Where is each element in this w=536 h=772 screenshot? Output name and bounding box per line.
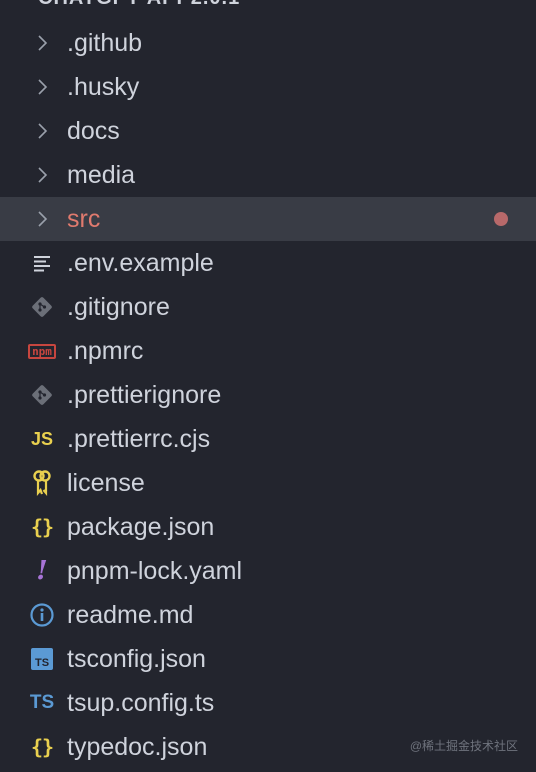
file-item-tsconfig-json[interactable]: TS tsconfig.json (0, 637, 536, 681)
file-label: package.json (67, 513, 215, 541)
file-label: .npmrc (67, 337, 144, 365)
file-label: tsup.config.ts (67, 689, 215, 717)
folder-label: docs (67, 117, 120, 145)
npm-icon: npm (22, 329, 62, 373)
folder-item-docs[interactable]: docs (0, 109, 536, 153)
chevron-right-icon (24, 109, 60, 153)
folder-label: .husky (67, 73, 140, 101)
file-label: tsconfig.json (67, 645, 206, 673)
svg-text:TS: TS (35, 657, 49, 669)
file-item-pnpm-lock-yaml[interactable]: ! pnpm-lock.yaml (0, 549, 536, 593)
file-label: license (67, 469, 145, 497)
folder-item-husky[interactable]: .husky (0, 65, 536, 109)
tsconfig-icon: TS (24, 637, 60, 681)
json-braces-icon: {} (30, 515, 54, 539)
folder-label: media (67, 161, 136, 189)
js-icon: JS (30, 428, 54, 449)
json-braces-icon: {} (30, 735, 54, 759)
chevron-right-icon (24, 197, 60, 241)
file-item-license[interactable]: license (0, 461, 536, 505)
file-label: .prettierrc.cjs (67, 425, 211, 453)
folder-item-github[interactable]: .github (0, 21, 536, 65)
project-root-label: CHATGPT-API-2.0.1 (38, 0, 240, 10)
chevron-right-icon (24, 153, 60, 197)
modified-indicator-dot (494, 212, 508, 226)
file-label: typedoc.json (67, 733, 208, 761)
folder-item-media[interactable]: media (0, 153, 536, 197)
file-item-env-example[interactable]: .env.example (0, 241, 536, 285)
text-lines-icon (24, 241, 60, 285)
file-label: pnpm-lock.yaml (67, 557, 243, 585)
watermark-text: @稀土掘金技术社区 (409, 739, 518, 753)
license-key-icon (24, 461, 60, 505)
git-diamond-icon (24, 373, 60, 417)
yaml-exclamation-icon: ! (36, 556, 48, 586)
info-circle-icon (24, 593, 60, 637)
chevron-down-icon (8, 0, 24, 4)
git-diamond-icon (24, 285, 60, 329)
file-item-package-json[interactable]: {} package.json (0, 505, 536, 549)
file-item-tsup-config-ts[interactable]: TS tsup.config.ts (0, 681, 536, 725)
file-label: .gitignore (67, 293, 170, 321)
file-label: .prettierignore (67, 381, 222, 409)
folder-item-src[interactable]: src (0, 197, 536, 241)
chevron-right-icon (24, 65, 60, 109)
file-item-npmrc[interactable]: npm .npmrc (0, 329, 536, 373)
file-label: .env.example (67, 249, 214, 277)
file-label: readme.md (67, 601, 194, 629)
folder-label: .github (67, 29, 143, 57)
typescript-icon: TS (29, 692, 55, 713)
chevron-right-icon (24, 21, 60, 65)
folder-label: src (67, 205, 101, 233)
file-explorer: CHATGPT-API-2.0.1 .github .husky docs me… (0, 0, 536, 772)
project-root-header[interactable]: CHATGPT-API-2.0.1 (0, 0, 536, 12)
file-item-prettierignore[interactable]: .prettierignore (0, 373, 536, 417)
file-item-gitignore[interactable]: .gitignore (0, 285, 536, 329)
file-item-prettierrc-cjs[interactable]: JS .prettierrc.cjs (0, 417, 536, 461)
file-item-readme-md[interactable]: readme.md (0, 593, 536, 637)
